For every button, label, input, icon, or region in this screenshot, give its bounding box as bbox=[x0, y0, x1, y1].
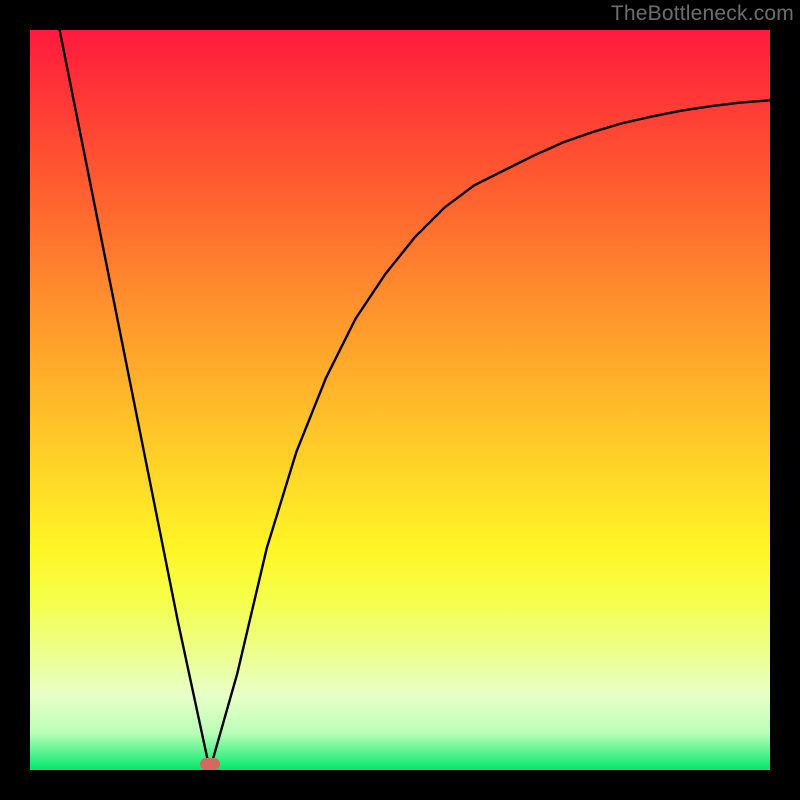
chart-frame: TheBottleneck.com bbox=[0, 0, 800, 800]
watermark-text: TheBottleneck.com bbox=[611, 2, 794, 26]
plot-area bbox=[30, 30, 770, 770]
minimum-marker bbox=[200, 758, 220, 770]
